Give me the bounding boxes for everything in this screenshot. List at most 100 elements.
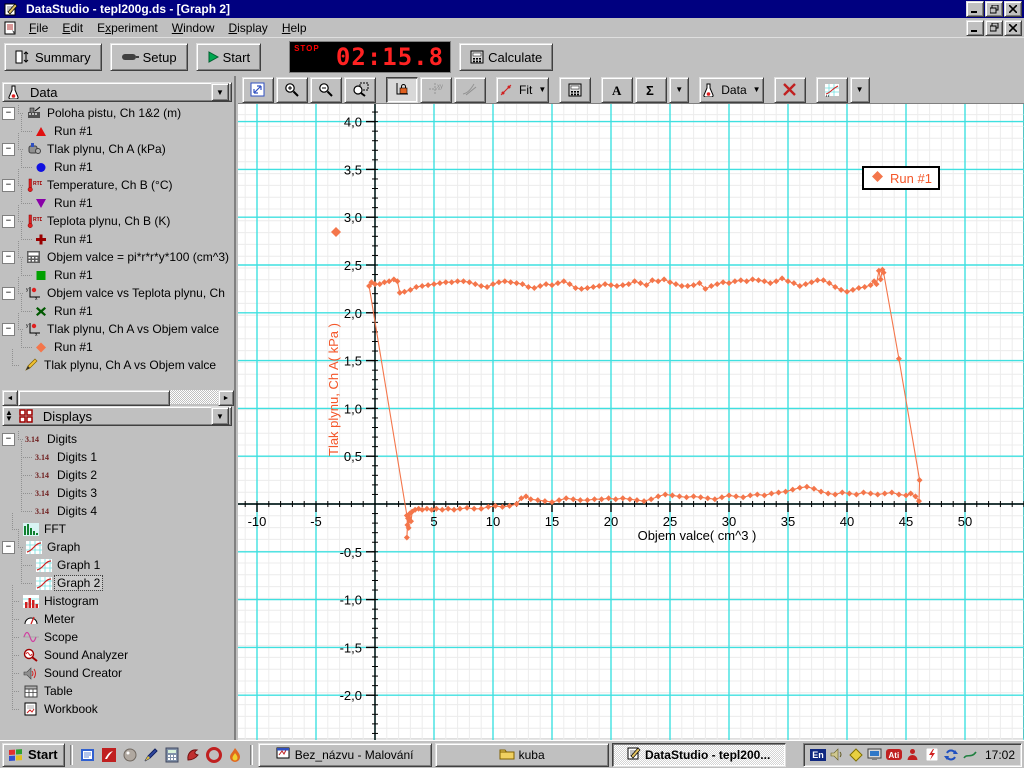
zoom-select-button[interactable] [344,76,376,103]
data-item-run-1[interactable]: Run #1 [0,186,234,212]
y-axis-title[interactable]: Tlak plynu, Ch A( kPa ) [326,240,344,540]
displays-item-digits[interactable]: −3.14 Digits [0,430,234,448]
start-menu-button[interactable]: Start [2,742,65,767]
expand-collapse-icon[interactable]: − [2,106,15,120]
volume-icon[interactable] [829,747,845,763]
displays-item-graph[interactable]: − Graph [0,530,234,556]
editor-icon[interactable] [78,745,98,765]
remove-button[interactable] [773,76,806,103]
data-item-tlak-plynu-ch-a-vs-objem-valce[interactable]: − y x Tlak plynu, Ch A vs Objem valce [0,312,234,338]
splitter-grip-icon[interactable]: ▲ ▼ [5,409,13,423]
plot-canvas[interactable]: -10 -5 5 10 15 20 25 30 35 40 45 50 -2,0 -1,5 -1,0 -0,5… [238,104,1024,740]
displays-item-scope[interactable]: Scope [0,620,234,646]
displays-item-fft[interactable]: FFT [0,512,234,538]
menu-item-file[interactable]: File [22,19,55,37]
expand-collapse-icon[interactable]: − [2,322,15,336]
displays-item-graph-1[interactable]: Graph 1 [0,548,234,574]
zoom-in-button[interactable] [276,76,308,103]
data-panel-header[interactable]: Data ▼ [2,82,232,102]
displays-panel-header[interactable]: ▲ ▼ Displays ▼ [2,406,232,426]
displays-item-sound-creator[interactable]: Sound Creator [0,656,234,682]
axis-lock-button[interactable] [386,76,418,103]
displays-item-histogram[interactable]: Histogram [0,584,234,610]
expand-collapse-icon[interactable]: − [2,142,15,156]
restore-icon[interactable] [985,1,1003,17]
calculate-button[interactable]: Calculate [459,43,554,71]
displays-item-meter[interactable]: Meter [0,602,234,628]
graph-settings-button[interactable] [815,76,848,103]
expand-collapse-icon[interactable]: − [2,178,15,192]
scale-to-fit-button[interactable] [242,76,274,103]
child-close-icon[interactable] [1004,19,1022,36]
lightning-icon[interactable] [924,747,940,763]
displays-item-sound-analyzer[interactable]: Sound Analyzer [0,638,234,664]
scrollbar-track[interactable] [18,390,218,406]
task-button-kuba[interactable]: kuba [434,742,609,767]
text-tool-button[interactable]: A [601,76,634,103]
scheduler-icon[interactable] [848,747,864,763]
statistics-dropdown-icon[interactable]: ▼ [669,76,690,103]
displays-item-digits-2[interactable]: 3.14 Digits 2 [0,458,234,484]
minimize-icon[interactable] [966,1,984,17]
displays-panel-dropdown-icon[interactable]: ▼ [211,407,229,425]
keyboard-layout-indicator[interactable]: En [810,747,826,763]
hand-icon[interactable] [120,745,140,765]
graph-display[interactable]: -10 -5 5 10 15 20 25 30 35 40 45 50 -2,0 -1,5 -1,0 -0,5… [238,104,1024,740]
data-item-objem-valce-pi-r-r-y-100-cm-3[interactable]: − Objem valce = pi*r*r*y*100 (cm^3) [0,240,234,266]
ati-icon[interactable]: Ati [885,747,902,763]
displays-item-graph-2[interactable]: Graph 2 [0,566,234,592]
menu-item-help[interactable]: Help [275,19,314,37]
task-button-bez-n-zvu-malov-n[interactable]: Bez_názvu - Malování [257,742,432,767]
statistics-button[interactable]: Σ [635,76,668,103]
setup-button[interactable]: Setup [109,43,188,71]
data-item-tlak-plynu-ch-a-kpa[interactable]: − Tlak plynu, Ch A (kPa) [0,132,234,158]
displays-item-digits-4[interactable]: 3.14 Digits 4 [0,494,234,520]
data-item-run-1[interactable]: Run #1 [0,294,234,320]
displays-item-workbook[interactable]: Workbook [0,692,234,718]
data-item-run-1[interactable]: Run #1 [0,222,234,248]
scrollbar-thumb[interactable] [18,390,170,406]
data-tree-hscrollbar[interactable]: ◄ ► [2,390,234,406]
dragon-icon[interactable] [183,745,203,765]
data-item-run-1[interactable]: Run #1 [0,330,234,356]
data-item-poloha-pistu-ch-1-2-m[interactable]: − Poloha pistu, Ch 1&2 (m) [0,104,234,122]
child-restore-icon[interactable] [985,19,1003,36]
task-button-datastudio-tepl200[interactable]: DataStudio - tepl200... [611,742,786,767]
fit-menu-button[interactable]: Fit ▼ [496,76,550,103]
pen-green-icon[interactable] [962,747,978,763]
menu-item-display[interactable]: Display [221,19,274,37]
legend-box[interactable]: Run #1 [862,166,940,190]
refresh-icon[interactable] [943,747,959,763]
pen-icon[interactable] [141,745,161,765]
summary-button[interactable]: Summary [4,43,102,71]
menu-item-window[interactable]: Window [165,19,222,37]
data-item-run-1[interactable]: Run #1 [0,258,234,284]
expand-collapse-icon[interactable]: − [2,214,15,228]
calculator-icon[interactable] [162,745,182,765]
scroll-left-icon[interactable]: ◄ [2,390,18,406]
expand-collapse-icon[interactable]: − [2,540,15,554]
data-menu-dropdown-icon[interactable]: ▼ [753,85,761,94]
calculator-button[interactable] [559,76,592,103]
x-axis-title[interactable]: Objem valce( cm^3 ) [597,528,797,543]
displays-item-digits-1[interactable]: 3.14 Digits 1 [0,440,234,466]
data-item-temperature-ch-b-c[interactable]: − RTD Temperature, Ch B (°C) [0,168,234,194]
data-item-tlak-plynu-ch-a-vs-objem-valce[interactable]: Tlak plynu, Ch A vs Objem valce [0,348,234,374]
displays-item-digits-3[interactable]: 3.14 Digits 3 [0,476,234,502]
expand-collapse-icon[interactable]: − [2,432,15,446]
data-item-teplota-plynu-ch-b-k[interactable]: − RTD Teplota plynu, Ch B (K) [0,204,234,230]
graph-settings-dropdown-icon[interactable]: ▼ [849,76,870,103]
close-icon[interactable] [1004,1,1022,17]
data-panel-dropdown-icon[interactable]: ▼ [211,83,229,101]
expand-collapse-icon[interactable]: − [2,250,15,264]
displays-item-table[interactable]: Table [0,674,234,700]
data-menu-button[interactable]: Data ▼ [699,76,764,103]
flame-icon[interactable] [225,745,245,765]
pdf-icon[interactable] [99,745,119,765]
menu-item-edit[interactable]: Edit [55,19,90,37]
person-icon[interactable] [905,747,921,763]
expand-collapse-icon[interactable]: − [2,286,15,300]
data-item-run-1[interactable]: Run #1 [0,150,234,176]
display-icon[interactable] [867,747,883,763]
opera-icon[interactable] [204,745,224,765]
